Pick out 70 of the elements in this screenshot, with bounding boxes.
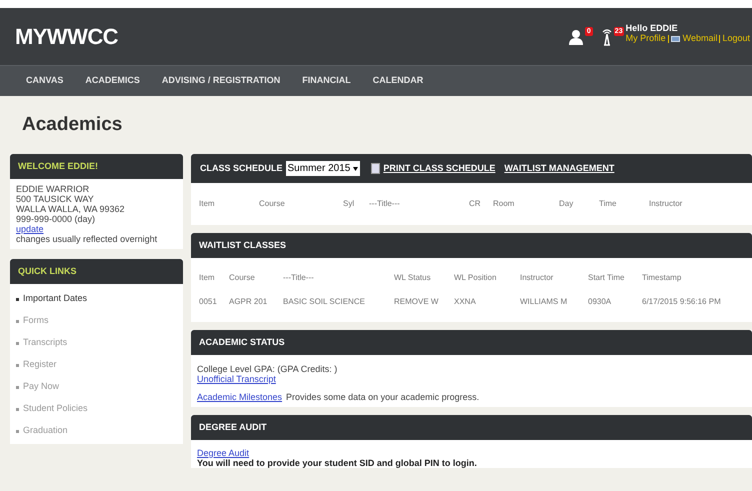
printer-icon (371, 163, 380, 174)
term-dropdown[interactable]: Summer 2015 (286, 161, 360, 176)
note-text: changes usually reflected overnight (16, 234, 158, 244)
address-line: WALLA WALLA, WA 99362 (16, 204, 126, 214)
address-line: 999-999-0000 (day) (16, 214, 96, 224)
quick-link[interactable]: Important Dates (23, 292, 88, 306)
panel-header: ACADEMIC STATUS (191, 330, 752, 355)
bullet-icon (16, 320, 19, 322)
dropdown-caret-icon (353, 166, 358, 170)
table-cell-text: 6/17/2015 9:56:16 PM (642, 296, 722, 308)
header-link[interactable]: My Profile (626, 33, 666, 44)
column-header: Course (229, 272, 256, 284)
column-header: Course (259, 198, 286, 210)
degree-audit-link[interactable]: Degree Audit (197, 448, 250, 458)
header-link[interactable]: Webmail (682, 33, 718, 44)
column-header: WL Status (394, 272, 432, 284)
nav-link[interactable]: ADVISING / REGISTRATION (162, 74, 280, 88)
column-header: Day (559, 198, 574, 210)
page-title: Academics (22, 112, 122, 137)
table-cell-text: 0930A (588, 296, 612, 308)
bullet-icon (16, 364, 19, 366)
table-cell-text: WILLIAMS M (520, 296, 568, 308)
address-line: EDDIE WARRIOR (16, 184, 90, 194)
milestones-link[interactable]: Academic Milestones (197, 392, 282, 402)
column-header: Start Time (588, 272, 626, 284)
person-icon[interactable] (568, 28, 584, 44)
note-text: You will need to provide your student SID and global PIN to login. (197, 458, 478, 468)
header-link[interactable]: Logout (722, 33, 750, 44)
column-header: Instructor (649, 198, 684, 210)
bullet-icon (16, 298, 19, 300)
bullet-icon (16, 342, 19, 344)
column-header: Syl (343, 198, 356, 210)
nav-link[interactable]: FINANCIAL (302, 74, 351, 88)
nav-link[interactable]: ACADEMICS (85, 74, 140, 88)
update-link[interactable]: update (16, 224, 44, 234)
column-header: ---Title--- (283, 272, 315, 284)
column-header: Item (199, 272, 216, 284)
column-header: Time (599, 198, 618, 210)
column-header: WL Position (454, 272, 498, 284)
panel-header: WELCOME EDDIE! (10, 154, 183, 179)
column-header: Timestamp (642, 272, 682, 284)
column-header: Item (199, 198, 216, 210)
address-line: 500 TAUSICK WAY (16, 194, 95, 204)
gpa-text: College Level GPA: (GPA Credits: ) (197, 364, 338, 374)
panel-header: DEGREE AUDIT (191, 415, 752, 440)
column-header: CR (469, 198, 482, 210)
print-link[interactable]: PRINT CLASS SCHEDULE (383, 162, 496, 176)
greeting-text: Hello EDDIE (626, 23, 679, 33)
bullet-icon (16, 386, 19, 388)
panel-header: QUICK LINKS (10, 259, 183, 284)
transcript-link[interactable]: Unofficial Transcript (197, 374, 276, 384)
table-cell-text: REMOVE W (394, 296, 440, 308)
description-text: Provides some data on your academic progress. (286, 392, 480, 402)
table-cell-text: BASIC SOIL SCIENCE (283, 296, 366, 308)
nav-link[interactable]: CALENDAR (372, 74, 424, 88)
waitlist-link[interactable]: WAITLIST MANAGEMENT (504, 162, 614, 176)
column-header: Instructor (520, 272, 554, 284)
column-header: ---Title--- (369, 198, 401, 210)
nav-link[interactable]: CANVAS (26, 74, 64, 88)
bullet-icon (16, 408, 19, 410)
bullet-icon (16, 430, 19, 432)
panel-title: CLASS SCHEDULE (200, 162, 283, 175)
table-cell-text: 0051 (199, 296, 218, 308)
panel-header: WAITLIST CLASSES (191, 233, 752, 258)
site-logo[interactable]: MYWWCC (15, 20, 118, 53)
antenna-icon[interactable] (600, 28, 613, 46)
column-header: Room (493, 198, 516, 210)
mail-icon (670, 36, 680, 42)
table-cell-text: XXNA (454, 296, 477, 308)
table-cell-text: AGPR 201 (229, 296, 268, 308)
